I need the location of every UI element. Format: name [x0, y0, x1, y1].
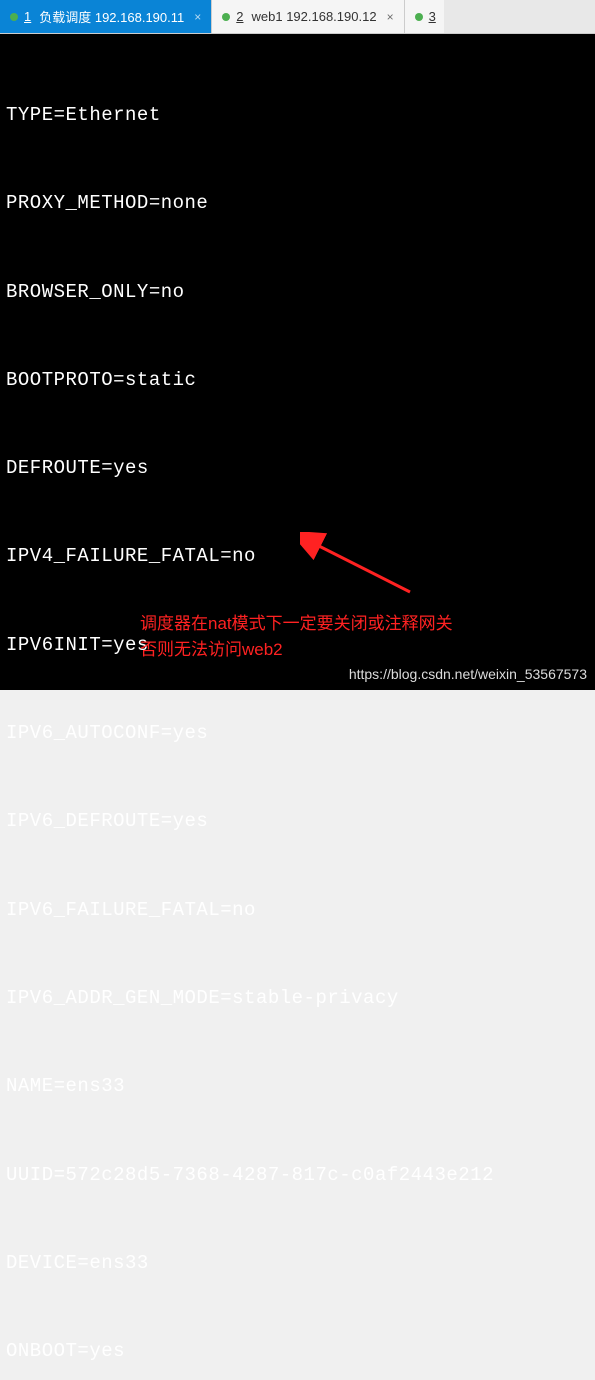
config-line: IPV6_FAILURE_FATAL=no — [6, 896, 589, 925]
tab-load-balancer[interactable]: 1 负载调度 192.168.190.11 × — [0, 0, 212, 33]
config-line: ONBOOT=yes — [6, 1337, 589, 1366]
config-line: NAME=ens33 — [6, 1072, 589, 1101]
annotation-line1: 调度器在nat模式下一定要关闭或注释网关 — [140, 611, 570, 637]
close-icon[interactable]: × — [194, 10, 201, 24]
tab-number: 3 — [429, 9, 438, 24]
close-icon[interactable]: × — [387, 10, 394, 24]
tab-bar: 1 负载调度 192.168.190.11 × 2 web1 192.168.1… — [0, 0, 595, 34]
annotation-text: 调度器在nat模式下一定要关闭或注释网关 否则无法访问web2 — [140, 611, 570, 662]
config-line: IPV6_ADDR_GEN_MODE=stable-privacy — [6, 984, 589, 1013]
watermark: https://blog.csdn.net/weixin_53567573 — [349, 664, 587, 686]
config-line: UUID=572c28d5-7368-4287-817c-c0af2443e21… — [6, 1161, 589, 1190]
status-dot-icon — [10, 13, 18, 21]
config-line: TYPE=Ethernet — [6, 101, 589, 130]
tab-number: 2 — [236, 9, 245, 24]
tab-label: 负载调度 192.168.190.11 — [39, 7, 184, 26]
tab-web1[interactable]: 2 web1 192.168.190.12 × — [212, 0, 404, 33]
config-line: IPV6_AUTOCONF=yes — [6, 719, 589, 748]
tab-number: 1 — [24, 9, 33, 24]
config-line: IPV6_DEFROUTE=yes — [6, 807, 589, 836]
config-line: BOOTPROTO=static — [6, 366, 589, 395]
tab-label: web1 192.168.190.12 — [252, 9, 377, 24]
status-dot-icon — [415, 13, 423, 21]
config-line: BROWSER_ONLY=no — [6, 278, 589, 307]
config-line: IPV4_FAILURE_FATAL=no — [6, 542, 589, 571]
config-line: DEVICE=ens33 — [6, 1249, 589, 1278]
config-line: PROXY_METHOD=none — [6, 189, 589, 218]
status-dot-icon — [222, 13, 230, 21]
config-line: DEFROUTE=yes — [6, 454, 589, 483]
terminal[interactable]: TYPE=Ethernet PROXY_METHOD=none BROWSER_… — [0, 34, 595, 690]
annotation-line2: 否则无法访问web2 — [140, 637, 570, 663]
tab-partial[interactable]: 3 — [405, 0, 444, 33]
